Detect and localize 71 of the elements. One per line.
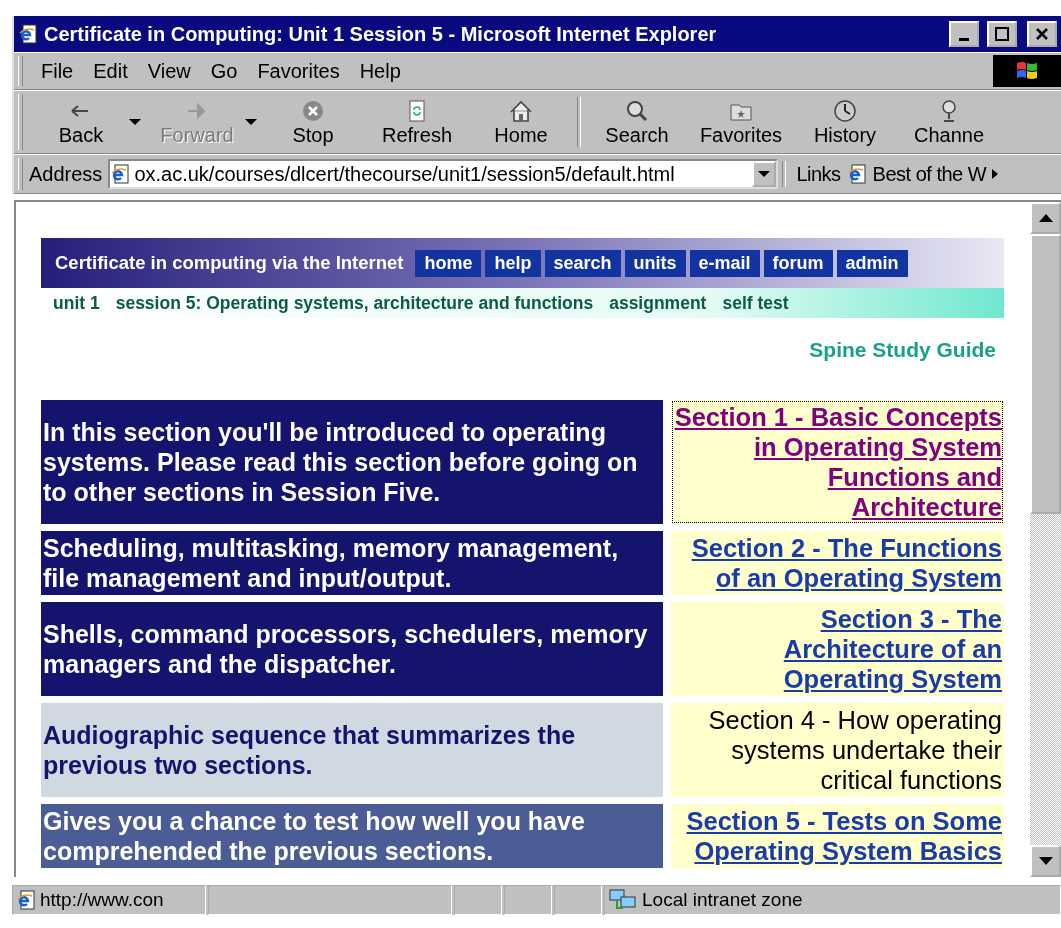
more-arrow-icon[interactable] xyxy=(992,169,999,179)
section-link[interactable]: Section 1 - Basic Concepts in Operating System Functions and Architecture xyxy=(673,402,1002,522)
nav-button[interactable]: units xyxy=(624,249,686,277)
windows-logo-icon xyxy=(1014,60,1040,82)
site-title: Certificate in computing via the Internet xyxy=(55,252,404,274)
menu-item[interactable]: View xyxy=(139,59,199,83)
scroll-thumb[interactable] xyxy=(1030,234,1061,514)
section-description: In this section you'll be introduced to operating systems. Please read this section before going on to other sections in Session Five. xyxy=(41,400,663,524)
dropdown-button[interactable] xyxy=(752,161,777,187)
browser-page-icon xyxy=(18,24,38,44)
browser-page-icon xyxy=(16,890,36,910)
dropdown-arrow-icon[interactable] xyxy=(245,119,257,125)
menu-item[interactable]: Help xyxy=(351,59,409,83)
maximize-button[interactable] xyxy=(987,21,1017,47)
breadcrumb-link[interactable]: unit 1 xyxy=(53,292,100,314)
minimize-button[interactable] xyxy=(949,21,979,47)
up-arrow-icon xyxy=(1038,214,1053,222)
section-description: Shells, command processors, schedulers, memory managers and the dispatcher. xyxy=(41,602,663,696)
menu-item[interactable]: Go xyxy=(202,59,246,83)
status-panel xyxy=(504,885,552,915)
status-url: http://www.con xyxy=(40,889,164,911)
window-title: Certificate in Computing: Unit 1 Session 5 - Microsoft Internet Explorer xyxy=(44,22,718,46)
maximize-icon xyxy=(995,27,1009,41)
status-panel xyxy=(554,885,602,915)
link-item[interactable]: Best of the W xyxy=(872,162,987,186)
menu-item[interactable]: Edit xyxy=(85,59,136,83)
section-title: Section 4 - How operating systems undertake their critical functions xyxy=(708,706,1002,794)
browser-page-icon xyxy=(846,164,867,184)
close-icon xyxy=(1035,27,1049,41)
scroll-up-button[interactable] xyxy=(1030,202,1061,234)
breadcrumb-link[interactable]: session 5: Operating systems, architecture and functions xyxy=(115,292,594,314)
section-description: Gives you a chance to test how well you have comprehended the previous sections. xyxy=(41,804,663,868)
nav-button[interactable]: admin xyxy=(836,249,908,277)
close-button[interactable] xyxy=(1027,21,1057,47)
nav-button[interactable]: home xyxy=(415,249,482,277)
down-arrow-icon xyxy=(1038,857,1053,865)
minimize-icon xyxy=(959,37,969,41)
menu-item[interactable]: Favorites xyxy=(249,59,348,83)
stop-button[interactable]: Stop xyxy=(261,97,365,147)
address-field[interactable]: ox.ac.uk/courses/dlcert/thecourse/unit1/session5/default.html xyxy=(108,159,779,189)
address-label: Address xyxy=(29,162,103,186)
guide-title: Spine Study Guide xyxy=(808,338,996,363)
refresh-button[interactable]: Refresh xyxy=(365,97,469,147)
links-label: Links xyxy=(796,162,841,186)
dropdown-arrow-icon[interactable] xyxy=(129,119,141,125)
favorites-button[interactable]: Favorites xyxy=(689,97,793,147)
section-link[interactable]: Section 2 - The Functions of an Operating System xyxy=(673,533,1002,593)
section-link[interactable]: Section 3 - The Architecture of an Operating System xyxy=(673,604,1002,694)
breadcrumb-link[interactable]: self test xyxy=(722,292,789,314)
section-description: Audiographic sequence that summarizes the previous two sections. xyxy=(41,703,663,797)
history-button[interactable]: History xyxy=(793,97,897,147)
network-computers-icon xyxy=(608,888,638,912)
section-link[interactable]: Section 5 - Tests on Some Operating System Basics xyxy=(673,806,1002,866)
home-button[interactable]: Home xyxy=(469,97,573,147)
status-panel xyxy=(454,885,502,915)
section-description: Scheduling, multitasking, memory management, file management and input/output. xyxy=(41,531,663,595)
scroll-down-button[interactable] xyxy=(1030,845,1061,877)
clock-icon xyxy=(832,97,858,124)
nav-button[interactable]: help xyxy=(485,249,541,277)
back-button[interactable]: Back xyxy=(29,97,133,147)
scrollbar[interactable] xyxy=(1030,202,1061,877)
menu-item[interactable]: File xyxy=(33,59,82,83)
nav-button[interactable]: search xyxy=(544,249,621,277)
nav-button[interactable]: e-mail xyxy=(689,249,760,277)
breadcrumb-link[interactable]: assignment xyxy=(609,292,707,314)
browser-page-icon xyxy=(110,164,131,184)
search-button[interactable]: Search xyxy=(585,97,689,147)
channels-button[interactable]: Channe xyxy=(897,97,1001,147)
address-text: ox.ac.uk/courses/dlcert/thecourse/unit1/session5/default.html xyxy=(134,162,675,186)
security-zone: Local intranet zone xyxy=(642,889,803,911)
nav-button[interactable]: forum xyxy=(763,249,833,277)
